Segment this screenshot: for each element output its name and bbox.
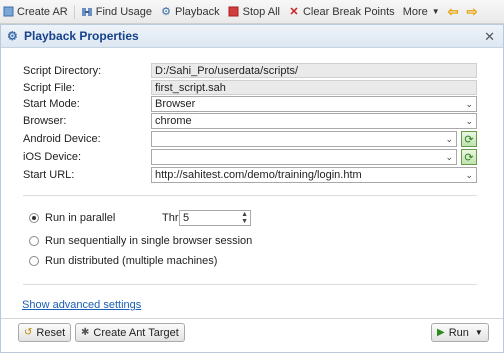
android-refresh-button[interactable]: ⟳ (461, 131, 477, 147)
refresh-icon: ⟳ (464, 133, 474, 146)
chevron-down-icon: ⌄ (465, 116, 473, 126)
chevron-down-icon: ⌄ (465, 170, 473, 180)
script-directory-label: Script Directory: (23, 65, 102, 77)
browser-label: Browser: (23, 115, 67, 127)
playback-label: Playback (175, 5, 220, 18)
playback-button[interactable]: ⚙ Playback (156, 0, 224, 23)
refresh-icon: ⟳ (464, 151, 474, 164)
start-mode-value: Browser (155, 98, 196, 110)
ios-device-row: iOS Device: (23, 149, 151, 165)
gear-icon: ⚙ (161, 6, 171, 18)
script-file-field: first_script.sah (151, 80, 477, 95)
run-sequential-option[interactable]: Run sequentially in single browser sessi… (29, 235, 252, 247)
reset-button[interactable]: ↺ Reset (18, 323, 72, 342)
start-url-row: Start URL: (23, 167, 151, 183)
more-menu-button[interactable]: More ▼ (399, 0, 444, 23)
find-usage-label: Find Usage (95, 5, 153, 18)
threads-value: 5 (183, 212, 190, 224)
run-distributed-label: Run distributed (multiple machines) (45, 255, 218, 267)
android-device-select[interactable]: ⌄ (151, 131, 457, 147)
run-label: Run (448, 326, 469, 339)
script-file-label: Script File: (23, 82, 75, 94)
top-toolbar: Create AR Find Usage ⚙ Playback Stop All… (0, 0, 504, 24)
clear-break-points-button[interactable]: ✕ Clear Break Points (284, 0, 399, 23)
run-parallel-label: Run in parallel (45, 212, 116, 224)
more-label: More (402, 5, 428, 18)
dialog-title: Playback Properties (24, 29, 139, 43)
spinner-icon[interactable]: ▲ ▼ (241, 211, 248, 225)
reset-label: Reset (36, 326, 66, 339)
ios-device-label: iOS Device: (23, 151, 82, 163)
script-directory-row: Script Directory: (23, 63, 151, 79)
chevron-down-icon: ⌄ (445, 152, 453, 162)
play-icon: ▶ (437, 327, 445, 338)
start-mode-label: Start Mode: (23, 98, 80, 110)
chevron-down-icon: ▼ (431, 7, 440, 16)
start-mode-select[interactable]: Browser ⌄ (151, 96, 477, 112)
chevron-down-icon: ⌄ (445, 134, 453, 144)
create-ant-target-button[interactable]: ✱ Create Ant Target (75, 323, 185, 342)
browser-value: chrome (155, 115, 192, 127)
show-advanced-settings-link[interactable]: Show advanced settings (22, 299, 141, 311)
stop-icon (228, 6, 240, 18)
divider (23, 195, 477, 196)
start-url-label: Start URL: (23, 169, 75, 181)
android-device-label: Android Device: (23, 133, 101, 145)
run-distributed-radio[interactable] (29, 256, 39, 266)
chevron-down-icon: ⌄ (465, 99, 473, 109)
run-sequential-label: Run sequentially in single browser sessi… (45, 235, 253, 247)
divider (23, 284, 477, 285)
create-ar-icon (2, 6, 14, 18)
gear-icon: ⚙ (7, 29, 18, 43)
close-icon[interactable]: ✕ (484, 29, 495, 45)
find-usage-icon (81, 6, 93, 18)
ios-refresh-button[interactable]: ⟳ (461, 149, 477, 165)
run-parallel-radio[interactable] (29, 213, 39, 223)
start-url-select[interactable]: http://sahitest.com/demo/training/login.… (151, 167, 477, 183)
dialog-footer: ↺ Reset ✱ Create Ant Target ▶ Run ▼ (1, 318, 503, 345)
threads-input[interactable]: 5 ▲ ▼ (179, 210, 251, 226)
ant-icon: ✱ (81, 327, 90, 338)
find-usage-button[interactable]: Find Usage (77, 0, 156, 23)
close-icon: ✕ (289, 6, 299, 18)
stop-all-label: Stop All (242, 5, 280, 18)
chevron-down-icon: ▼ (474, 328, 483, 337)
run-parallel-option[interactable]: Run in parallel (29, 212, 115, 224)
create-ar-label: Create AR (17, 5, 68, 18)
playback-properties-dialog: ⚙ Playback Properties ✕ Script Directory… (0, 24, 504, 353)
back-arrow-icon[interactable]: ⇦ (444, 0, 463, 23)
start-url-value: http://sahitest.com/demo/training/login.… (155, 169, 362, 181)
clear-break-points-label: Clear Break Points (302, 5, 395, 18)
reset-icon: ↺ (24, 327, 33, 338)
start-mode-row: Start Mode: (23, 96, 151, 112)
toolbar-separator (73, 4, 75, 19)
run-sequential-radio[interactable] (29, 236, 39, 246)
script-file-row: Script File: (23, 80, 151, 96)
create-ant-target-label: Create Ant Target (93, 326, 179, 339)
stop-all-button[interactable]: Stop All (224, 0, 284, 23)
browser-select[interactable]: chrome ⌄ (151, 113, 477, 129)
ios-device-select[interactable]: ⌄ (151, 149, 457, 165)
run-distributed-option[interactable]: Run distributed (multiple machines) (29, 255, 217, 267)
create-ar-button[interactable]: Create AR (0, 0, 72, 23)
forward-arrow-icon[interactable]: ⇨ (463, 0, 482, 23)
dialog-header: ⚙ Playback Properties (1, 25, 503, 48)
android-device-row: Android Device: (23, 131, 151, 147)
script-directory-field: D:/Sahi_Pro/userdata/scripts/ (151, 63, 477, 78)
run-button[interactable]: ▶ Run ▼ (431, 323, 489, 342)
browser-row: Browser: (23, 113, 151, 129)
